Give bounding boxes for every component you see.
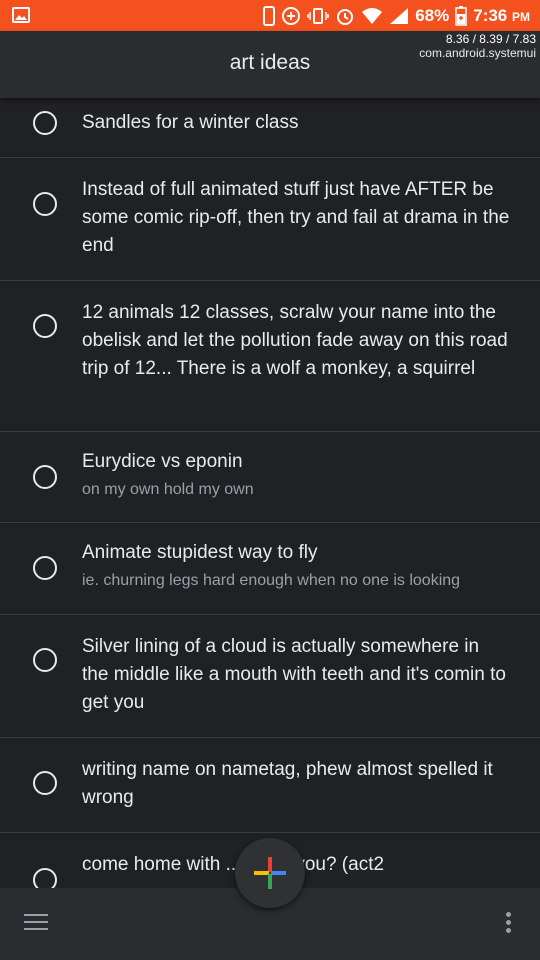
checkbox[interactable]	[33, 111, 57, 135]
checkbox[interactable]	[33, 192, 57, 216]
image-icon	[12, 7, 30, 23]
item-title: Eurydice vs eponin	[82, 451, 243, 472]
checkbox[interactable]	[33, 465, 57, 489]
google-plus-icon	[254, 857, 286, 889]
item-title: Instead of full animated stuff just have…	[82, 179, 510, 256]
checkbox[interactable]	[33, 556, 57, 580]
battery-icon	[455, 5, 467, 26]
checkbox[interactable]	[33, 771, 57, 795]
more-vertical-icon[interactable]	[506, 912, 512, 936]
phone-icon	[263, 5, 276, 26]
vibrate-icon	[307, 7, 329, 25]
item-subtitle: ie. churning legs hard enough when no on…	[82, 572, 461, 589]
item-title: Animate stupidest way to fly	[82, 542, 318, 563]
list-item[interactable]: Silver lining of a cloud is actually som…	[0, 615, 540, 738]
checkbox[interactable]	[33, 648, 57, 672]
item-title: Sandles for a winter class	[82, 112, 299, 133]
wifi-icon	[361, 7, 383, 25]
checkbox[interactable]	[33, 314, 57, 338]
list-item[interactable]: Eurydice vs eponin on my own hold my own	[0, 432, 540, 523]
checklist: Sandles for a winter class Instead of fu…	[0, 98, 540, 893]
list-item[interactable]: Instead of full animated stuff just have…	[0, 158, 540, 281]
clock: 7:36 PM	[473, 6, 530, 26]
list-item[interactable]: Animate stupidest way to fly ie. churnin…	[0, 523, 540, 615]
signal-icon	[389, 7, 409, 25]
list-item[interactable]: writing name on nametag, phew almost spe…	[0, 738, 540, 833]
cpu-load-overlay: 8.36 / 8.39 / 7.83 com.android.systemui	[419, 32, 536, 60]
item-subtitle: on my own hold my own	[82, 481, 254, 498]
cpu-load-text: 8.36 / 8.39 / 7.83	[445, 32, 536, 46]
item-title: Silver lining of a cloud is actually som…	[82, 636, 506, 713]
clock-ampm: PM	[512, 9, 530, 24]
battery-percent: 68%	[415, 5, 450, 25]
data-saver-icon	[281, 6, 301, 26]
add-note-button[interactable]	[235, 838, 305, 908]
status-bar: 68% 7:36 PM	[0, 0, 540, 31]
clock-time: 7:36	[473, 5, 508, 25]
hamburger-menu-icon[interactable]	[24, 914, 48, 932]
alarm-icon	[335, 6, 355, 26]
item-title: 12 animals 12 classes, scralw your name …	[82, 302, 508, 379]
list-item[interactable]: Sandles for a winter class	[0, 98, 540, 158]
item-title: writing name on nametag, phew almost spe…	[82, 759, 493, 808]
list-item[interactable]: 12 animals 12 classes, scralw your name …	[0, 281, 540, 432]
process-name-text: com.android.systemui	[419, 46, 536, 60]
